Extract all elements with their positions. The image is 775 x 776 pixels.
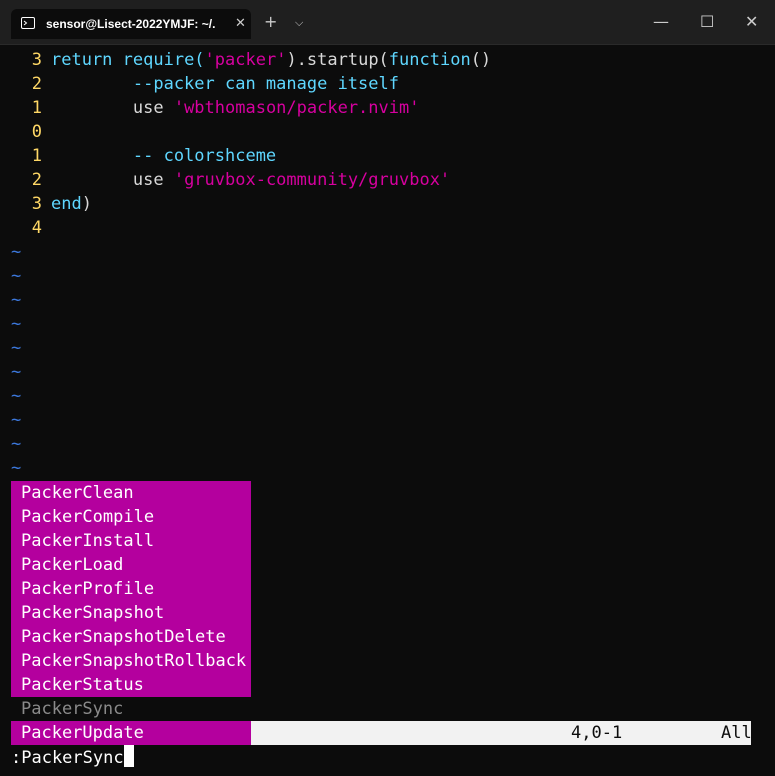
empty-line-tilde: ~: [11, 338, 22, 358]
code-token: use: [51, 98, 174, 118]
completion-item[interactable]: PackerLoad: [11, 553, 251, 577]
tab-close-icon[interactable]: ✕: [235, 15, 246, 31]
completion-item[interactable]: PackerCompile: [11, 505, 251, 529]
title-bar: sensor@Lisect-2022YMJF: ~/. ✕ + ⌵ — ☐ ✕: [0, 0, 775, 45]
code-token: return: [51, 50, 123, 70]
code-token: end: [51, 194, 82, 214]
completion-item[interactable]: PackerProfile: [11, 577, 251, 601]
line-number: 4: [31, 218, 42, 238]
new-tab-button[interactable]: +: [264, 13, 277, 31]
empty-line-tilde: ~: [11, 314, 22, 334]
empty-line-tilde: ~: [11, 266, 22, 286]
code-token: --packer can manage itself: [51, 74, 399, 94]
empty-line-tilde: ~: [11, 434, 22, 454]
empty-line-tilde: ~: [11, 386, 22, 406]
code-token: -- colorshceme: [51, 146, 277, 166]
code-token: 'packer': [204, 50, 287, 70]
close-window-button[interactable]: ✕: [745, 13, 758, 31]
code-text: end): [51, 192, 92, 216]
code-text: use 'gruvbox-community/gruvbox': [51, 168, 450, 192]
line-number: 0: [31, 122, 42, 142]
completion-item-packerupdate[interactable]: PackerUpdate: [11, 721, 251, 745]
status-line: PackerUpdate 4,0-1 All: [11, 721, 752, 745]
cursor-position: 4,0-1: [571, 723, 623, 743]
dropdown-chevron-icon[interactable]: ⌵: [295, 14, 303, 32]
completion-item[interactable]: PackerStatus: [11, 673, 251, 697]
terminal-tab[interactable]: sensor@Lisect-2022YMJF: ~/. ✕: [11, 9, 251, 39]
code-token: ): [81, 194, 92, 214]
code-token: use: [51, 170, 174, 190]
text-cursor: [123, 745, 134, 767]
completion-item[interactable]: PackerInstall: [11, 529, 251, 553]
empty-line-tilde: ~: [11, 290, 22, 310]
completion-item[interactable]: PackerClean: [11, 481, 251, 505]
code-token: require(: [122, 50, 205, 70]
empty-line-tilde: ~: [11, 458, 22, 478]
completion-item[interactable]: PackerSync: [11, 697, 251, 721]
scroll-indicator: All: [721, 723, 752, 743]
code-text: -- colorshceme: [51, 144, 276, 168]
line-number: 3: [31, 50, 42, 70]
minimize-button[interactable]: —: [653, 13, 669, 31]
line-number: 1: [31, 146, 42, 166]
code-token: 'wbthomason/packer.nvim': [173, 98, 420, 118]
completion-item[interactable]: PackerSnapshotDelete: [11, 625, 251, 649]
code-text: return require('packer').startup(functio…: [51, 48, 491, 72]
terminal-icon: [21, 17, 35, 29]
code-text: --packer can manage itself: [51, 72, 399, 96]
command-text: :PackerSync: [11, 748, 124, 768]
code-token: function: [388, 50, 471, 70]
empty-line-tilde: ~: [11, 410, 22, 430]
code-token: 'gruvbox-community/gruvbox': [173, 170, 451, 190]
empty-line-tilde: ~: [11, 242, 22, 262]
maximize-button[interactable]: ☐: [700, 13, 714, 31]
code-token: ).startup(: [286, 50, 389, 70]
completion-popup[interactable]: PackerClean PackerCompile PackerInstall Pac…: [11, 481, 251, 721]
tab-title: sensor@Lisect-2022YMJF: ~/.: [46, 17, 216, 31]
code-text: use 'wbthomason/packer.nvim': [51, 96, 420, 120]
code-token: (): [470, 50, 492, 70]
completion-item[interactable]: PackerSnapshotRollback: [11, 649, 251, 673]
line-number: 2: [31, 170, 42, 190]
command-line[interactable]: :PackerSync: [11, 745, 134, 769]
line-number: 3: [31, 194, 42, 214]
line-number: 1: [31, 98, 42, 118]
line-number: 2: [31, 74, 42, 94]
empty-line-tilde: ~: [11, 362, 22, 382]
completion-item[interactable]: PackerSnapshot: [11, 601, 251, 625]
